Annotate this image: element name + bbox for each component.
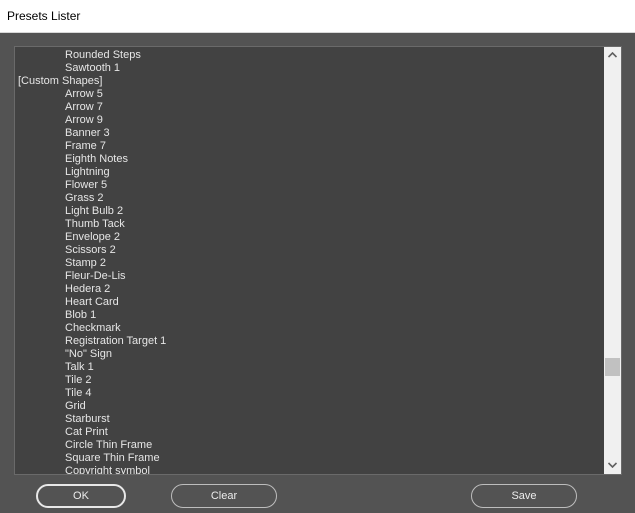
presets-lister-window: Presets Lister Rounded Steps Sawtooth 1 [C… xyxy=(0,0,635,513)
list-item[interactable]: Stamp 2 xyxy=(15,257,603,270)
list-item[interactable]: Talk 1 xyxy=(15,361,603,374)
list-item[interactable]: "No" Sign xyxy=(15,348,603,361)
save-button[interactable]: Save xyxy=(471,484,577,508)
window-title: Presets Lister xyxy=(7,9,81,23)
list-item[interactable]: Sawtooth 1 xyxy=(15,62,603,75)
title-bar: Presets Lister xyxy=(0,0,635,33)
list-item[interactable]: Circle Thin Frame xyxy=(15,439,603,452)
scroll-up-button[interactable] xyxy=(604,47,621,64)
list-item[interactable]: Arrow 9 xyxy=(15,114,603,127)
list-item[interactable]: Heart Card xyxy=(15,296,603,309)
list-category-header[interactable]: [Custom Shapes] xyxy=(15,75,603,88)
list-item[interactable]: Starburst xyxy=(15,413,603,426)
list-item[interactable]: Rounded Steps xyxy=(15,49,603,62)
list-item[interactable]: Grass 2 xyxy=(15,192,603,205)
scroll-thumb[interactable] xyxy=(605,358,620,376)
list-item[interactable]: Checkmark xyxy=(15,322,603,335)
ok-button[interactable]: OK xyxy=(36,484,126,508)
list-item[interactable]: Tile 2 xyxy=(15,374,603,387)
list-item[interactable]: Envelope 2 xyxy=(15,231,603,244)
button-bar: OK Clear Save xyxy=(14,476,622,513)
list-item[interactable]: Registration Target 1 xyxy=(15,335,603,348)
list-item[interactable]: Thumb Tack xyxy=(15,218,603,231)
clear-button[interactable]: Clear xyxy=(171,484,277,508)
list-item[interactable]: Light Bulb 2 xyxy=(15,205,603,218)
list-item[interactable]: Eighth Notes xyxy=(15,153,603,166)
list-item[interactable]: Flower 5 xyxy=(15,179,603,192)
list-item[interactable]: Arrow 7 xyxy=(15,101,603,114)
list-item[interactable]: Copyright symbol xyxy=(15,465,603,474)
list-item[interactable]: Banner 3 xyxy=(15,127,603,140)
list-item[interactable]: Blob 1 xyxy=(15,309,603,322)
list-item[interactable]: Cat Print xyxy=(15,426,603,439)
list-item[interactable]: Scissors 2 xyxy=(15,244,603,257)
chevron-up-icon xyxy=(608,52,617,58)
list-item[interactable]: Square Thin Frame xyxy=(15,452,603,465)
scroll-down-button[interactable] xyxy=(604,457,621,474)
presets-list-content[interactable]: Rounded Steps Sawtooth 1 [Custom Shapes] Ar… xyxy=(15,49,603,474)
list-item[interactable]: Lightning xyxy=(15,166,603,179)
vertical-scrollbar[interactable] xyxy=(604,47,621,474)
list-item[interactable]: Grid xyxy=(15,400,603,413)
presets-list[interactable]: Rounded Steps Sawtooth 1 [Custom Shapes] Ar… xyxy=(14,46,622,475)
chevron-down-icon xyxy=(608,462,617,468)
list-item[interactable]: Hedera 2 xyxy=(15,283,603,296)
list-item[interactable]: Tile 4 xyxy=(15,387,603,400)
list-item[interactable]: Fleur-De-Lis xyxy=(15,270,603,283)
list-item[interactable]: Frame 7 xyxy=(15,140,603,153)
list-item[interactable]: Arrow 5 xyxy=(15,88,603,101)
